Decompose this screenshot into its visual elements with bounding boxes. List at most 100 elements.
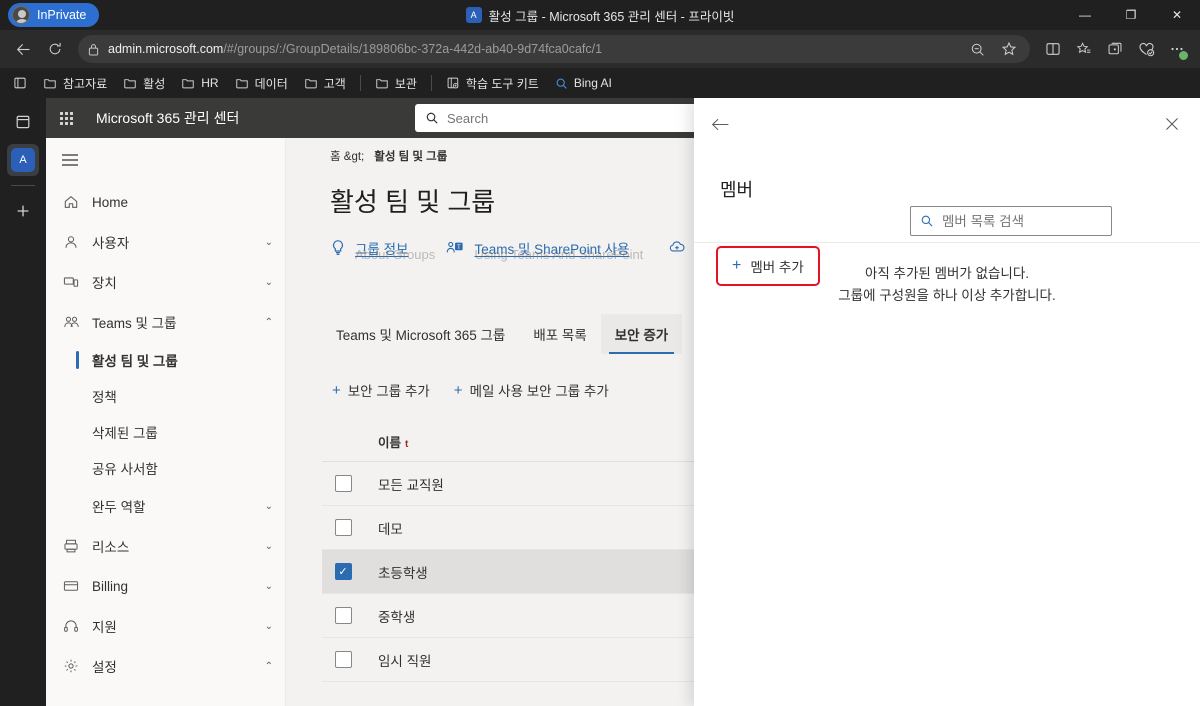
favorite-star-icon[interactable] — [994, 35, 1024, 63]
bookmark-item-2[interactable]: HR — [174, 71, 225, 95]
sidebar-subitem-deleted-groups[interactable]: 삭제된 그룹 — [46, 414, 285, 450]
help-link-sublabel: About Groups — [355, 247, 436, 262]
sidebar-item-users[interactable]: 사용자 ⌄ — [46, 222, 285, 262]
suite-app-title[interactable]: Microsoft 365 관리 센터 — [96, 108, 239, 128]
panel-back-button[interactable] — [704, 108, 736, 140]
content-tabs: Teams 및 Microsoft 365 그룹 배포 목록 보안 증가 u — [322, 314, 718, 354]
person-icon — [62, 234, 80, 250]
collections-pane-icon — [13, 76, 27, 90]
tab-label: 보안 증가 — [614, 328, 669, 343]
reading-list-icon — [446, 76, 460, 90]
sidebar-item-support[interactable]: 지원 ⌄ — [46, 606, 285, 646]
add-security-group-button[interactable]: + 보안 그룹 추가 — [322, 374, 440, 406]
help-link-about-groups[interactable]: 그룹 정보 About Groups — [330, 238, 435, 262]
browser-window: InPrivate A 활성 그룹 - Microsoft 365 관리 센터 … — [0, 0, 1200, 706]
command-label: 메일 사용 보안 그룹 추가 — [469, 384, 609, 399]
lightbulb-icon — [330, 239, 346, 257]
sidebar-item-teams-and-groups[interactable]: Teams 및 그룹 ⌃ — [46, 302, 285, 342]
panel-close-button[interactable] — [1156, 108, 1188, 140]
sidebar-item-devices[interactable]: 장치 ⌄ — [46, 262, 285, 302]
bookmark-item-4[interactable]: 고객 — [297, 71, 353, 95]
tab-distribution-lists[interactable]: 배포 목록 — [519, 314, 600, 354]
folder-icon — [43, 76, 57, 90]
breadcrumb-item-current: 활성 팀 및 그룹 — [374, 151, 448, 163]
bookmark-divider — [430, 75, 432, 91]
sidebar-item-settings[interactable]: 설정 ⌃ — [46, 646, 285, 686]
browser-essentials-icon[interactable] — [1131, 35, 1161, 63]
browser-toolbar-actions — [1038, 35, 1192, 63]
help-link-using-teams-sharepoint[interactable]: T Teams 및 SharePoint 사용 Using Teams And … — [446, 238, 643, 262]
people-icon — [62, 314, 80, 330]
refresh-icon[interactable] — [40, 35, 70, 63]
chevron-down-icon: ⌄ — [264, 236, 273, 248]
bookmark-item-5[interactable]: 보관 — [368, 71, 424, 95]
sidebar-subitem-label: 활성 팀 및 그룹 — [92, 354, 178, 369]
bookmark-item-7[interactable]: Bing AI — [548, 71, 619, 95]
sidebar-item-roles[interactable]: 완두 역할 ⌄ — [46, 486, 285, 526]
sidebar-toggle-icon[interactable] — [46, 138, 94, 182]
page-viewport: Microsoft 365 관리 센터 Search Home 사용자 ⌄ 장치… — [46, 98, 1200, 706]
bookmark-item-3[interactable]: 데이터 — [228, 71, 295, 95]
help-links-row: 그룹 정보 About Groups T Teams 및 SharePoint … — [330, 238, 715, 262]
close-window-button[interactable]: ✕ — [1154, 0, 1200, 30]
folder-icon — [235, 76, 249, 90]
edge-sidebar: A — [0, 98, 46, 706]
bookmark-item-6[interactable]: 학습 도구 키트 — [439, 71, 546, 95]
sidebar-subitem-label: 삭제된 그룹 — [92, 426, 158, 441]
row-checkbox[interactable] — [334, 475, 352, 492]
inprivate-label: InPrivate — [37, 8, 87, 22]
row-checkbox-cell[interactable] — [322, 607, 364, 624]
minimize-button[interactable]: — — [1062, 0, 1108, 30]
member-search-box[interactable] — [910, 206, 1119, 236]
add-sidebar-app-icon[interactable] — [7, 195, 39, 227]
sidebar-subitem-active-teams-and-groups[interactable]: 활성 팀 및 그룹 — [46, 342, 285, 378]
window-title: 활성 그룹 - Microsoft 365 관리 센터 - 프라이빗 — [488, 9, 735, 24]
sidebar-item-home[interactable]: Home — [46, 182, 285, 222]
sidebar-subitem-shared-mailboxes[interactable]: 공유 사서함 — [46, 450, 285, 486]
bookmark-item-0[interactable]: 참고자료 — [36, 71, 114, 95]
inprivate-indicator[interactable]: InPrivate — [8, 3, 100, 27]
sidebar-item-resources[interactable]: 리소스 ⌄ — [46, 526, 285, 566]
sidebar-subitem-label: 정책 — [92, 390, 117, 405]
row-checkbox[interactable]: ✓ — [334, 563, 352, 580]
maximize-button[interactable]: ❐ — [1108, 0, 1154, 30]
breadcrumb-item-home[interactable]: 홈 &gt; — [330, 148, 364, 164]
copilot-app-icon: A — [11, 148, 35, 172]
member-search-input[interactable] — [942, 213, 1119, 229]
row-checkbox-cell[interactable] — [322, 475, 364, 492]
collections-icon[interactable] — [1100, 35, 1130, 63]
split-screen-icon[interactable] — [1038, 35, 1068, 63]
row-checkbox-cell[interactable] — [322, 519, 364, 536]
sort-indicator-icon: t — [405, 439, 409, 450]
sidebar-app-icon[interactable]: A — [7, 144, 39, 176]
panel-title: 멤버 — [720, 180, 754, 200]
sidebar-item-billing[interactable]: Billing ⌄ — [46, 566, 285, 606]
favorites-list-icon[interactable] — [1069, 35, 1099, 63]
row-checkbox-cell[interactable] — [322, 651, 364, 668]
sidebar-subitem-policies[interactable]: 정책 — [46, 378, 285, 414]
back-icon[interactable] — [8, 35, 38, 63]
sidebar-item-label: Billing — [92, 578, 129, 594]
bookmark-label: Bing AI — [573, 76, 612, 90]
bookmark-manager-icon[interactable] — [6, 71, 34, 95]
settings-and-more-icon[interactable] — [1162, 35, 1192, 63]
row-checkbox-cell[interactable]: ✓ — [322, 563, 364, 580]
add-mail-enabled-security-group-button[interactable]: + 메일 사용 보안 그룹 추가 — [444, 374, 619, 406]
tab-teams-and-m365-groups[interactable]: Teams 및 Microsoft 365 그룹 — [322, 314, 519, 354]
home-icon — [62, 194, 80, 210]
row-checkbox[interactable] — [334, 607, 352, 624]
tab-actions-icon[interactable] — [7, 106, 39, 138]
tab-security-groups[interactable]: 보안 증가 — [600, 314, 683, 354]
url-domain: admin.microsoft.com — [108, 42, 224, 56]
sidebar-subitem-label: 공유 사서함 — [92, 462, 158, 477]
app-launcher-button[interactable] — [46, 98, 86, 138]
lock-icon — [88, 43, 99, 56]
window-title-area: A 활성 그룹 - Microsoft 365 관리 센터 - 프라이빗 — [0, 0, 1200, 30]
help-link-sublabel: Using Teams And SharePoint — [474, 247, 644, 262]
row-checkbox[interactable] — [334, 519, 352, 536]
browser-titlebar: InPrivate A 활성 그룹 - Microsoft 365 관리 센터 … — [0, 0, 1200, 30]
row-checkbox[interactable] — [334, 651, 352, 668]
address-bar[interactable]: admin.microsoft.com/#/groups/:/GroupDeta… — [78, 35, 1030, 63]
bookmark-item-1[interactable]: 활성 — [116, 71, 172, 95]
zoom-out-icon[interactable] — [962, 35, 992, 63]
